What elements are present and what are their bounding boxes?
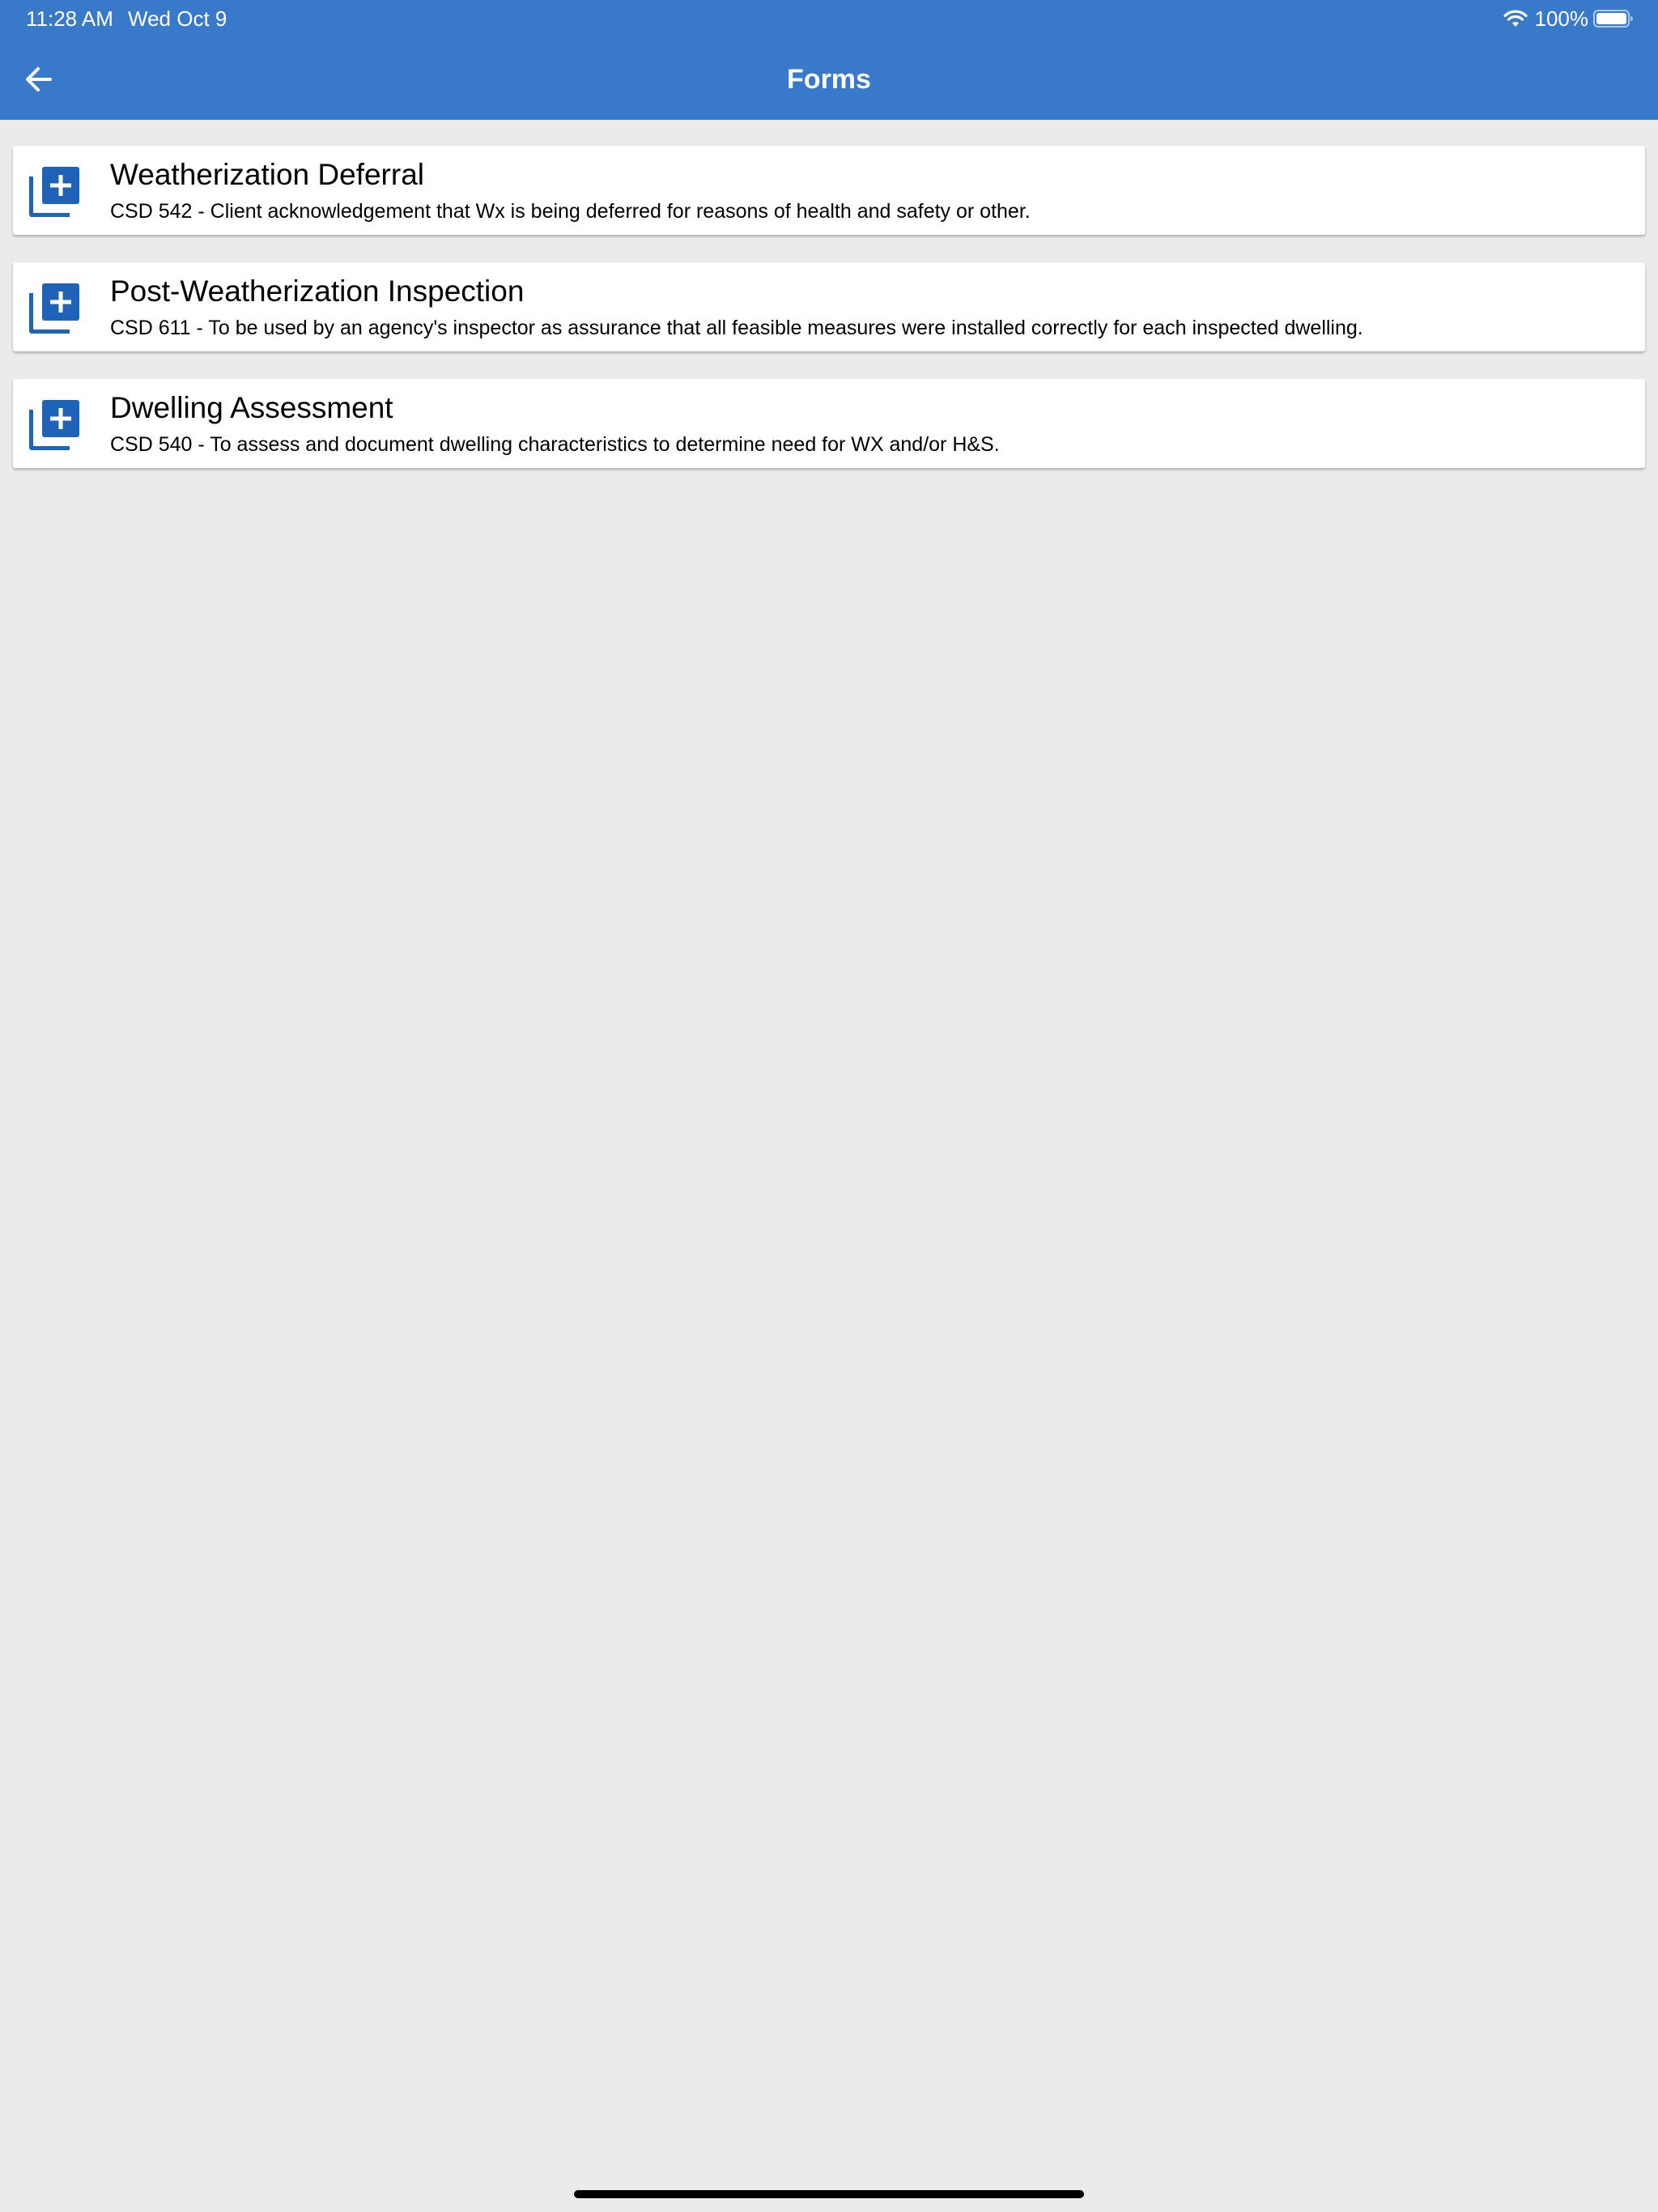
- form-title: Dwelling Assessment: [110, 391, 393, 424]
- library-add-icon: [29, 167, 79, 217]
- form-item-post-weatherization-inspection[interactable]: Post-Weatherization Inspection CSD 611 -…: [13, 262, 1645, 351]
- form-description: CSD 540 - To assess and document dwellin…: [110, 433, 1000, 456]
- form-description: CSD 611 - To be used by an agency's insp…: [110, 317, 1363, 339]
- library-add-icon: [29, 400, 79, 450]
- library-add-icon: [29, 283, 79, 334]
- status-bar: 11:28 AM Wed Oct 9 100%: [0, 0, 1658, 39]
- page-title: Forms: [787, 64, 871, 95]
- wifi-icon: [1503, 10, 1528, 27]
- battery-icon: [1593, 10, 1633, 28]
- status-time: 11:28 AM: [26, 6, 113, 31]
- form-description: CSD 542 - Client acknowledgement that Wx…: [110, 200, 1031, 223]
- form-title: Post-Weatherization Inspection: [110, 274, 525, 308]
- app-bar: 11:28 AM Wed Oct 9 100% Forms: [0, 0, 1658, 120]
- form-title: Weatherization Deferral: [110, 158, 424, 191]
- status-indicators: 100%: [1503, 6, 1635, 31]
- home-indicator[interactable]: [574, 2190, 1084, 2198]
- form-item-dwelling-assessment[interactable]: Dwelling Assessment CSD 540 - To assess …: [13, 379, 1645, 468]
- status-date: Wed Oct 9: [128, 6, 227, 31]
- form-item-weatherization-deferral[interactable]: Weatherization Deferral CSD 542 - Client…: [13, 146, 1645, 235]
- form-list: Weatherization Deferral CSD 542 - Client…: [13, 146, 1645, 496]
- battery-percentage: 100%: [1534, 6, 1589, 31]
